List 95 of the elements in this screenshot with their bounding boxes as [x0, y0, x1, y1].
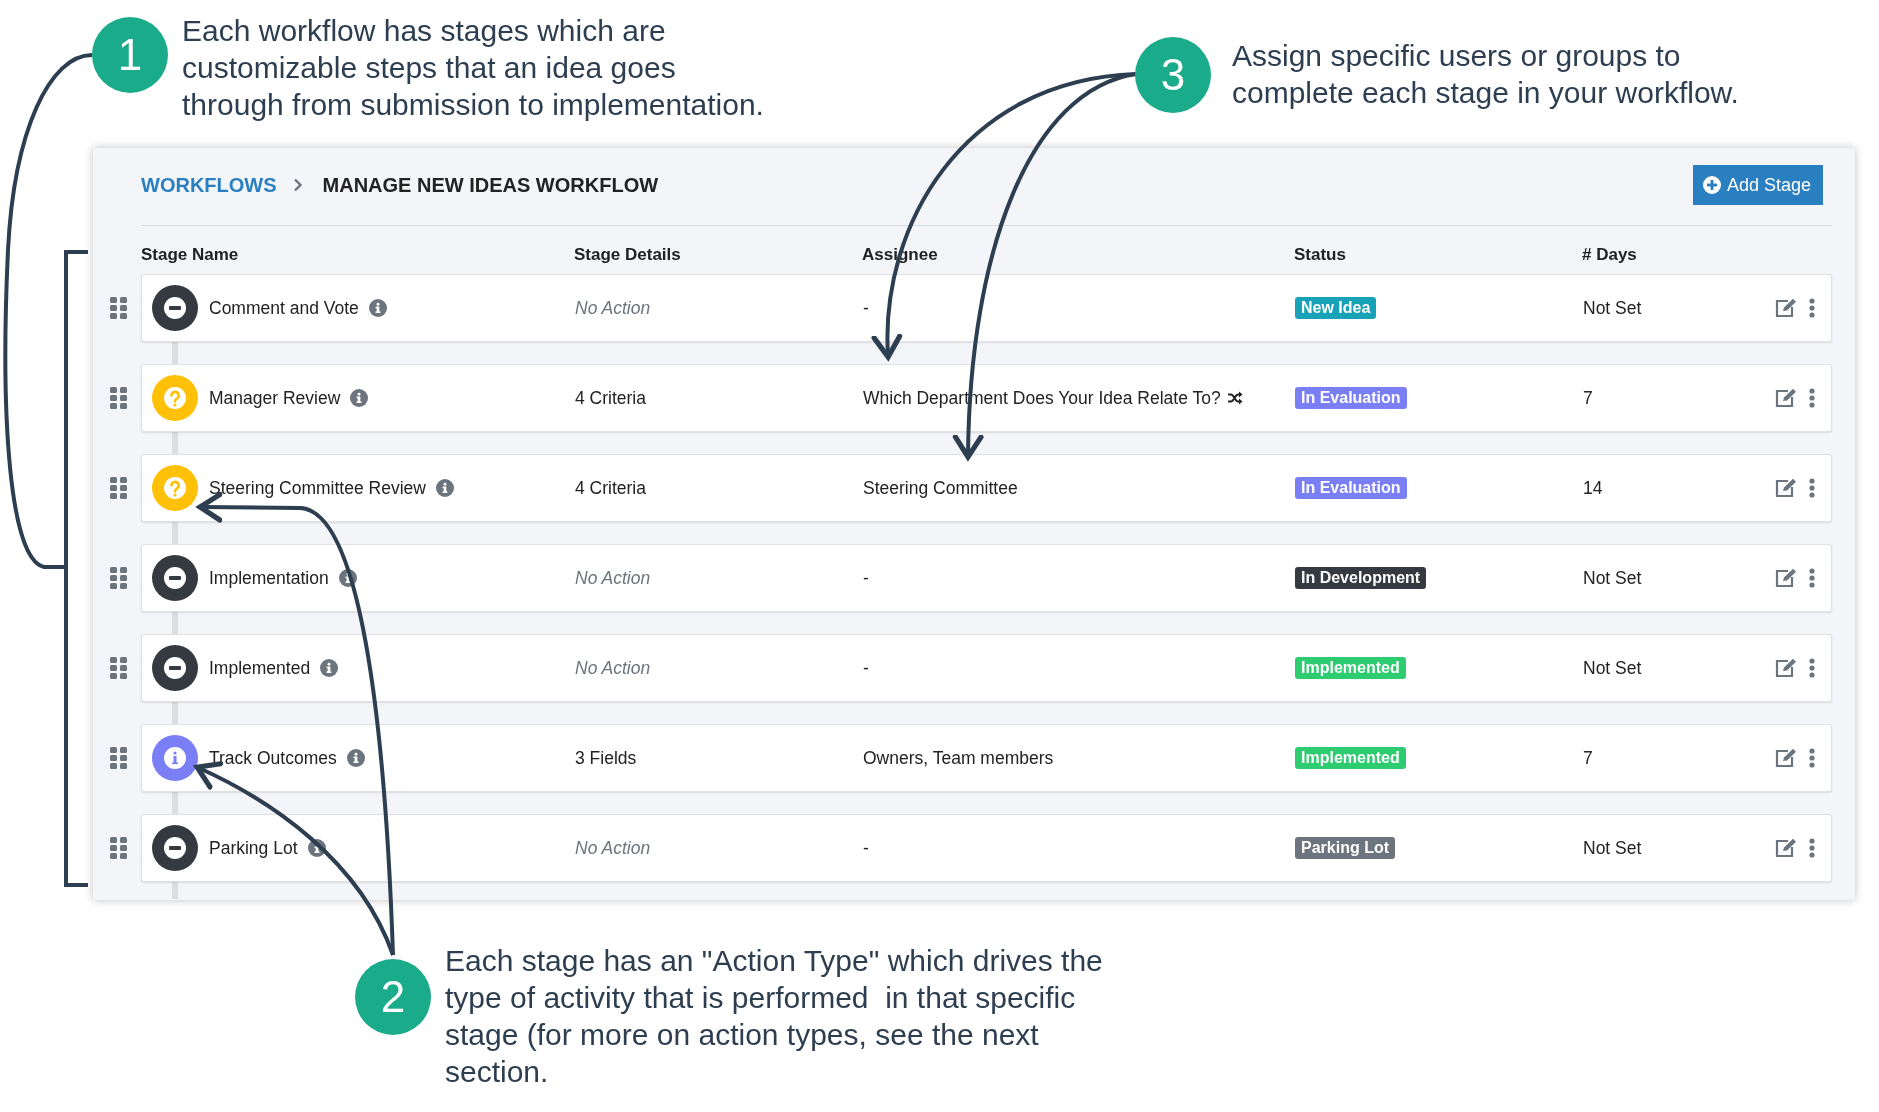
drag-handle-icon[interactable] — [110, 477, 128, 499]
edit-icon[interactable] — [1775, 478, 1797, 498]
more-options-icon[interactable] — [1809, 298, 1815, 318]
status-badge: Implemented — [1295, 657, 1406, 679]
column-header: Status — [1294, 245, 1347, 265]
breadcrumb-link[interactable]: WORKFLOWS — [141, 173, 277, 197]
minus-icon — [152, 555, 198, 601]
info-icon — [368, 299, 387, 317]
stage-details: 4 Criteria — [575, 477, 647, 499]
stage-name: Steering Committee Review — [209, 477, 426, 499]
info-icon — [307, 839, 326, 857]
more-options-icon[interactable] — [1809, 838, 1815, 858]
timeline-connector — [172, 882, 178, 899]
edit-icon[interactable] — [1775, 298, 1797, 318]
edit-icon[interactable] — [1775, 658, 1797, 678]
timeline-connector — [172, 612, 178, 634]
edit-icon[interactable] — [1775, 838, 1797, 858]
minus-icon — [152, 645, 198, 691]
status-badge: Implemented — [1295, 747, 1406, 769]
stage-name: Comment and Vote — [209, 297, 359, 319]
page-title: MANAGE NEW IDEAS WORKFLOW — [322, 173, 659, 197]
stage-row[interactable]: Comment and Vote No Action - New Idea Not Set — [141, 274, 1832, 342]
days-value: 7 — [1583, 387, 1594, 409]
stage-name: Manager Review — [209, 387, 341, 409]
question-icon — [152, 375, 198, 421]
column-header: Stage Details — [574, 245, 682, 265]
info-icon — [338, 569, 357, 587]
more-options-icon[interactable] — [1809, 748, 1815, 768]
info-icon — [350, 389, 369, 407]
assignee: Owners, Team members — [863, 747, 1054, 769]
step-number: 3 — [1135, 37, 1211, 113]
stage-row[interactable]: Parking Lot No Action - Parking Lot Not Set — [141, 814, 1832, 882]
edit-icon[interactable] — [1775, 388, 1797, 408]
annotation-text: Each workflow has stages which are customizable steps that an idea goes through from submission to implementation. — [182, 13, 765, 123]
more-options-icon[interactable] — [1809, 568, 1815, 588]
assignee: - — [863, 837, 869, 859]
annotation-text: Each stage has an "Action Type" which drives the type of activity that is performed in that specific stage (for more on action types, see the next section. — [445, 943, 1104, 1090]
more-options-icon[interactable] — [1809, 388, 1815, 408]
timeline-connector — [172, 702, 178, 724]
stage-name: Implementation — [209, 567, 329, 589]
column-header: Stage Name — [141, 245, 240, 265]
status-badge: Parking Lot — [1295, 837, 1395, 859]
step-number: 1 — [92, 17, 168, 93]
timeline-connector — [172, 792, 178, 814]
add-stage-button[interactable]: Add Stage — [1692, 165, 1823, 205]
step-number: 2 — [355, 959, 431, 1035]
days-value: Not Set — [1583, 567, 1643, 589]
assignee: - — [863, 567, 869, 589]
minus-icon — [152, 285, 198, 331]
days-value: Not Set — [1583, 297, 1643, 319]
timeline-connector — [172, 522, 178, 544]
plus-icon — [1702, 176, 1721, 194]
status-badge: In Development — [1295, 567, 1427, 589]
drag-handle-icon[interactable] — [110, 747, 128, 769]
chevron-icon — [292, 178, 303, 192]
stage-name: Implemented — [209, 657, 311, 679]
minus-icon — [152, 825, 198, 871]
assignee: - — [863, 297, 869, 319]
stage-details: No Action — [575, 297, 652, 319]
stage-details: No Action — [575, 657, 652, 679]
days-value: Not Set — [1583, 837, 1643, 859]
info-icon — [152, 735, 198, 781]
annotation-text: Assign specific users or groups to complete each stage in your workflow. — [1232, 38, 1740, 111]
info-icon — [320, 659, 339, 677]
stage-name: Parking Lot — [209, 837, 298, 859]
status-badge: In Evaluation — [1295, 387, 1407, 409]
drag-handle-icon[interactable] — [110, 567, 128, 589]
info-icon — [435, 479, 454, 497]
stage-details: 4 Criteria — [575, 387, 647, 409]
stage-row[interactable]: Implementation No Action - In Development Not Set — [141, 544, 1832, 612]
stage-details: No Action — [575, 567, 652, 589]
stage-name: Track Outcomes — [209, 747, 337, 769]
stage-row[interactable]: Steering Committee Review 4 Criteria Steering Committee In Evaluation 14 — [141, 454, 1832, 522]
days-value: 7 — [1583, 747, 1594, 769]
drag-handle-icon[interactable] — [110, 387, 128, 409]
stage-details: 3 Fields — [575, 747, 638, 769]
status-badge: In Evaluation — [1295, 477, 1407, 499]
edit-icon[interactable] — [1775, 568, 1797, 588]
stage-row[interactable]: Implemented No Action - Implemented Not Set — [141, 634, 1832, 702]
more-options-icon[interactable] — [1809, 478, 1815, 498]
days-value: 14 — [1583, 477, 1604, 499]
drag-handle-icon[interactable] — [110, 297, 128, 319]
column-header: # Days — [1582, 245, 1638, 265]
more-options-icon[interactable] — [1809, 658, 1815, 678]
drag-handle-icon[interactable] — [110, 657, 128, 679]
assignee: - — [863, 657, 869, 679]
stage-row[interactable]: Track Outcomes 3 Fields Owners, Team members Implemented 7 — [141, 724, 1832, 792]
info-icon — [346, 749, 365, 767]
stage-details: No Action — [575, 837, 652, 859]
edit-icon[interactable] — [1775, 748, 1797, 768]
drag-handle-icon[interactable] — [110, 837, 128, 859]
status-badge: New Idea — [1295, 297, 1377, 319]
days-value: Not Set — [1583, 657, 1643, 679]
question-icon — [152, 465, 198, 511]
assignee: Steering Committee — [863, 477, 1018, 499]
